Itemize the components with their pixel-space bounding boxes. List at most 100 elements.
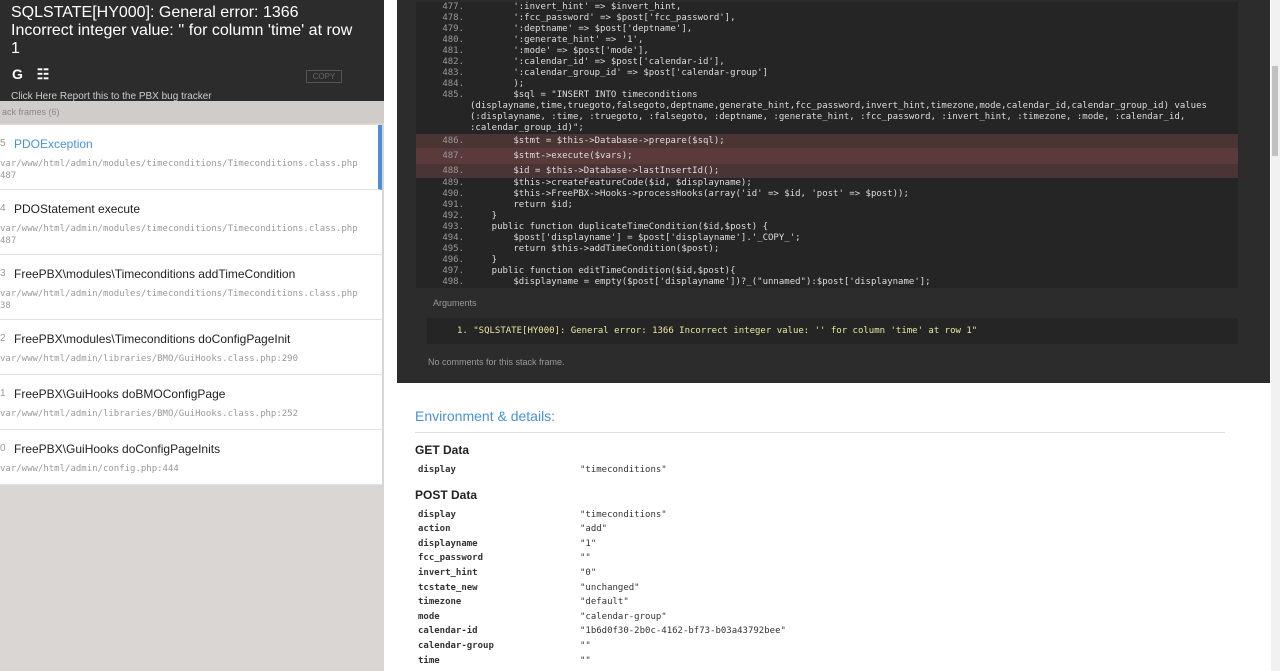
no-comments-text: No comments for this stack frame.	[428, 357, 565, 367]
frame-file: var/www/html/admin/config.php:444	[0, 464, 179, 474]
line-number: 481.	[442, 46, 464, 56]
stackoverflow-icon[interactable]: ☷	[37, 66, 50, 83]
argument-item: 1. "SQLSTATE[HY000]: General error: 1366…	[427, 318, 1238, 344]
line-number: 488.	[442, 166, 464, 176]
code-snippet: 477. ':invert_hint' => $invert_hint, 478.…	[416, 2, 1238, 288]
code-text: :calendar_group_id)";	[470, 123, 584, 133]
code-line: 498. $displayname = empty($post['display…	[416, 277, 1238, 288]
stack-frame[interactable]: 3 FreePBX\modules\Timeconditions addTimeC…	[0, 255, 382, 320]
google-icon[interactable]: G	[12, 66, 23, 82]
data-row: invert_hint "0"	[415, 566, 1225, 581]
data-key: calendar-group	[418, 640, 494, 651]
line-number	[416, 123, 470, 134]
code-line: 486. $stmt = $this->Database->prepare($s…	[416, 134, 1238, 148]
data-row: tcstate_new "unchanged"	[415, 581, 1225, 596]
code-text: ':fcc_password' => $post['fcc_password']…	[470, 13, 736, 23]
line-number: 494.	[442, 233, 464, 243]
code-text: $this->createFeatureCode($id, $displayna…	[470, 178, 752, 188]
frame-index: 0	[0, 443, 6, 454]
code-text: return $id;	[470, 200, 573, 210]
code-text: $displayname = empty($post['displayname'…	[470, 277, 931, 287]
line-number: 478.	[442, 13, 464, 23]
code-text: }	[470, 255, 498, 265]
code-text: $post['displayname'] = $post['displaynam…	[470, 233, 801, 243]
frame-index: 4	[0, 203, 6, 214]
frame-file: var/www/html/admin/libraries/BMO/GuiHook…	[0, 409, 299, 419]
code-text: ':calendar_id' => $post['calendar-id'],	[470, 57, 725, 67]
stack-frame[interactable]: 0 FreePBX\GuiHooks doConfigPageInits var/w…	[0, 430, 382, 485]
code-text: }	[470, 211, 498, 221]
code-text: ':invert_hint' => $invert_hint,	[470, 2, 682, 12]
line-number: 479.	[442, 24, 464, 34]
get-data-title: GET Data	[415, 443, 470, 457]
data-row: display "timeconditions"	[415, 508, 1225, 523]
data-key: timezone	[418, 597, 462, 608]
code-line: 487. $stmt->execute($vars);	[416, 148, 1238, 164]
stack-frame[interactable]: 5 PDOException var/www/html/admin/modules/…	[0, 125, 382, 190]
data-row: fcc_password ""	[415, 551, 1225, 566]
line-number: 477.	[442, 2, 464, 12]
data-row: display "timeconditions"	[415, 463, 1225, 478]
search-links: G ☷	[12, 66, 59, 83]
data-key: display	[418, 465, 456, 475]
data-key: display	[418, 509, 456, 520]
line-number: 491.	[442, 200, 464, 210]
line-number: 492.	[442, 211, 464, 221]
code-line: 497. public function editTimeCondition($…	[416, 266, 1238, 277]
code-text: ':calendar_group_id' => $post['calendar-…	[470, 68, 769, 78]
frame-class: FreePBX\modules\Timeconditions addTimeCo…	[14, 267, 296, 281]
code-line: 485. $sql = "INSERT INTO timeconditions	[416, 90, 1238, 101]
code-text: ':mode' => $post['mode'],	[470, 46, 649, 56]
data-key: mode	[418, 611, 440, 622]
data-value: "default"	[580, 597, 629, 608]
frame-index: 5	[0, 138, 6, 149]
code-line: 488. $id = $this->Database->lastInsertId…	[416, 164, 1238, 178]
code-line: 483. ':calendar_group_id' => $post['cale…	[416, 68, 1238, 79]
line-number: 486.	[442, 136, 464, 146]
data-key: time	[418, 655, 440, 666]
code-line: 484. );	[416, 79, 1238, 90]
code-text: public function duplicateTimeCondition($…	[470, 222, 769, 232]
line-number: 484.	[442, 79, 464, 89]
stack-frames-list: 5 PDOException var/www/html/admin/modules/…	[0, 125, 382, 485]
code-line: 477. ':invert_hint' => $invert_hint,	[416, 2, 1238, 13]
environment-section: Environment & details: GET Data display "…	[415, 396, 1225, 668]
line-number	[416, 101, 470, 112]
code-line: 492. }	[416, 211, 1238, 222]
frame-index: 1	[0, 388, 6, 399]
copy-button[interactable]: COPY	[306, 70, 342, 83]
frame-class: FreePBX\GuiHooks doBMOConfigPage	[14, 387, 226, 401]
exception-header: SQLSTATE[HY000]: General error: 1366 Inc…	[0, 0, 384, 102]
frame-detail: 477. ':invert_hint' => $invert_hint, 478.…	[397, 0, 1270, 383]
stack-frame[interactable]: 4 PDOStatement execute var/www/html/admin/…	[0, 190, 382, 255]
post-data-table: display "timeconditions" action "add" displa…	[415, 508, 1225, 669]
frame-file: var/www/html/admin/modules/timecondition…	[0, 159, 358, 181]
code-text: $sql = "INSERT INTO timeconditions	[470, 90, 698, 100]
data-key: tcstate_new	[418, 582, 478, 593]
line-number: 498.	[442, 277, 464, 287]
data-value: "unchanged"	[580, 582, 640, 593]
code-text: $this->FreePBX->Hooks->processHooks(arra…	[470, 189, 909, 199]
code-line: 478. ':fcc_password' => $post['fcc_passw…	[416, 13, 1238, 24]
get-data-table: display "timeconditions"	[415, 463, 1225, 478]
line-number: 480.	[442, 35, 464, 45]
stack-frames-label: ack frames (6)	[0, 101, 384, 123]
data-row: calendar-group ""	[415, 639, 1225, 654]
frame-class: PDOException	[14, 137, 93, 151]
line-number: 493.	[442, 222, 464, 232]
code-text: );	[470, 79, 525, 89]
data-key: calendar-id	[418, 626, 478, 637]
stack-frame[interactable]: 1 FreePBX\GuiHooks doBMOConfigPage var/www…	[0, 375, 382, 430]
data-key: displayname	[418, 538, 478, 549]
code-line: 491. return $id;	[416, 200, 1238, 211]
frame-file: var/www/html/admin/libraries/BMO/GuiHook…	[0, 354, 299, 364]
stack-frame[interactable]: 2 FreePBX\modules\Timeconditions doConfig…	[0, 320, 382, 375]
data-value: ""	[580, 640, 591, 651]
code-text: (displayname,time,truegoto,falsegoto,dep…	[470, 101, 1207, 111]
code-line: :calendar_group_id)";	[416, 123, 1238, 134]
line-number: 482.	[442, 57, 464, 67]
code-line: (:displayname, :time, :truegoto, :falseg…	[416, 112, 1238, 123]
frame-class: FreePBX\modules\Timeconditions doConfigP…	[14, 332, 291, 346]
frame-file: var/www/html/admin/modules/timecondition…	[0, 224, 358, 246]
scrollbar-thumb[interactable]	[1272, 66, 1278, 156]
